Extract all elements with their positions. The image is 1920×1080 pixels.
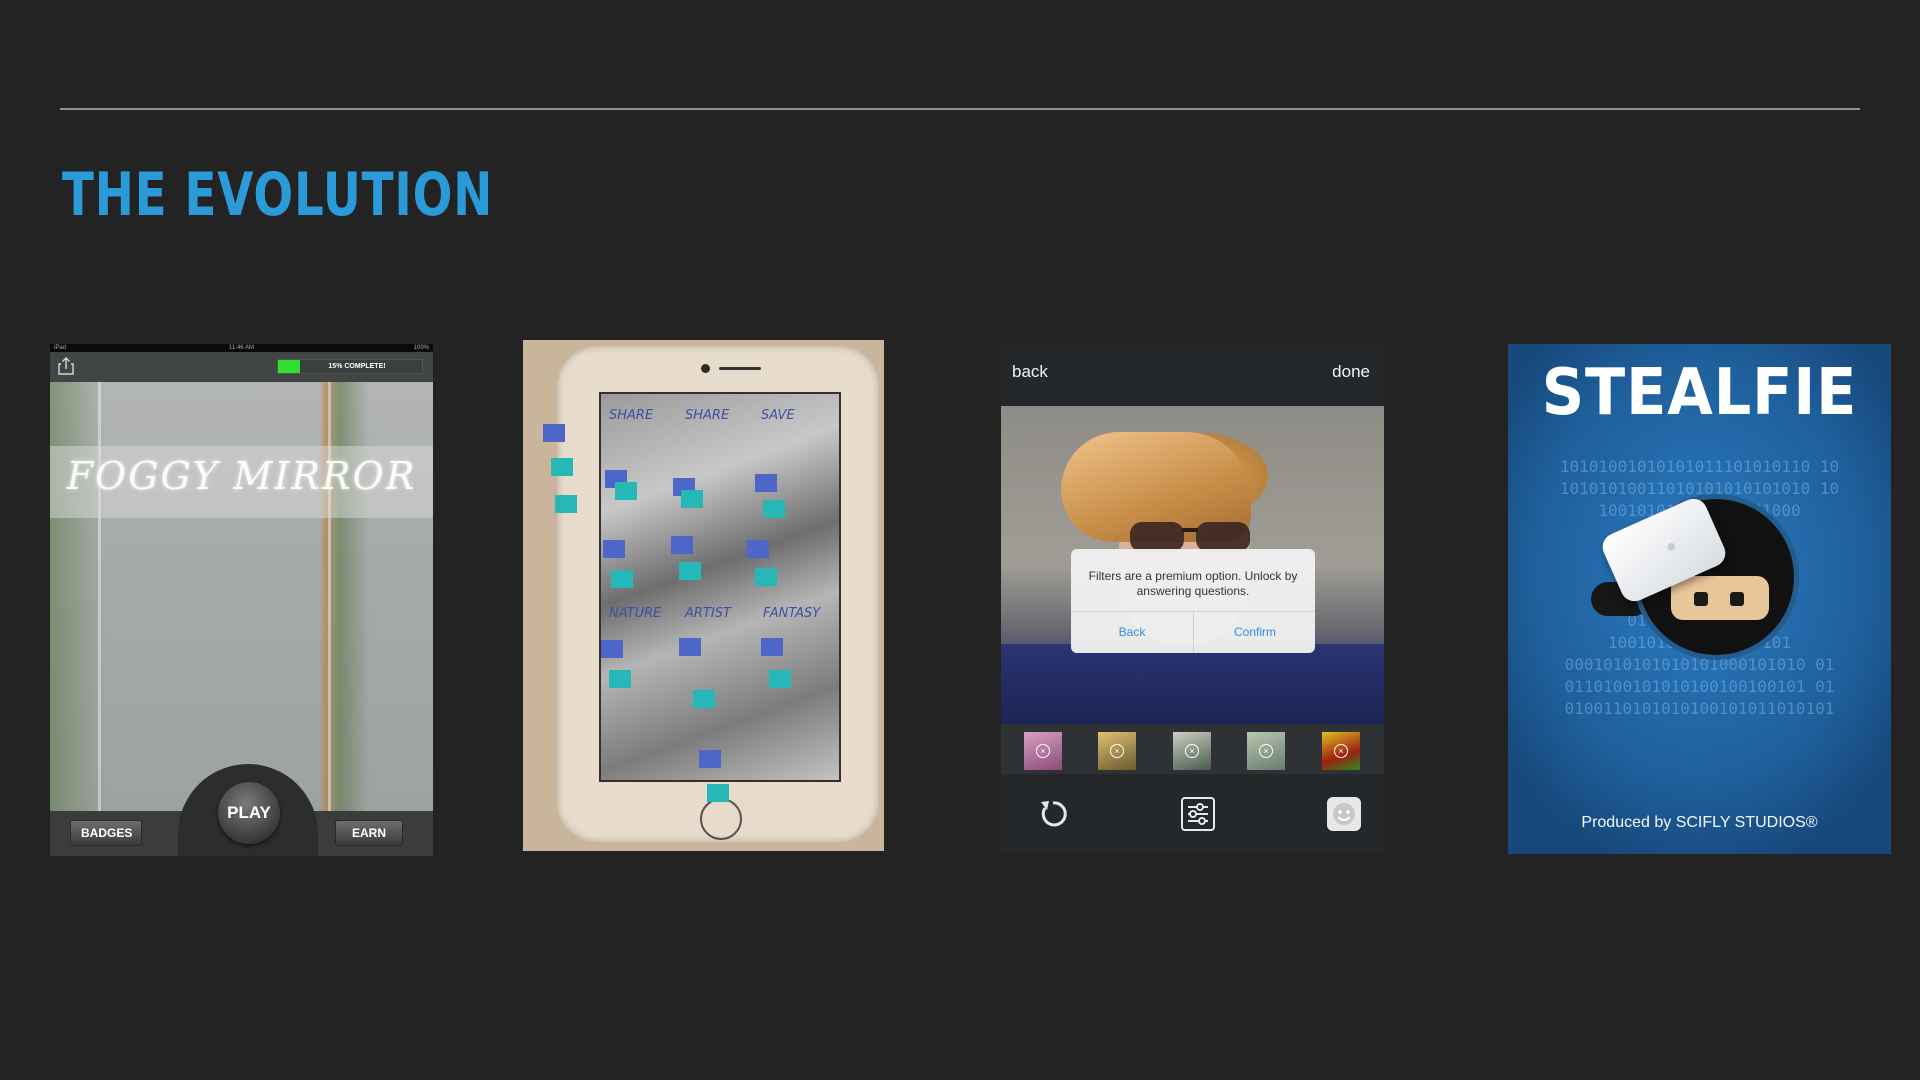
selfie-app-screenshot: back done Filters are a premium option. … (1001, 344, 1384, 854)
sticky-note (679, 638, 701, 656)
battery-level: 100% (413, 345, 429, 351)
sticky-note (747, 540, 769, 558)
camera-dot (701, 364, 710, 373)
sticky-note (601, 640, 623, 658)
sticky-note (615, 482, 637, 500)
filter-thumbnail[interactable]: × (1247, 732, 1285, 770)
sticky-note (609, 670, 631, 688)
nav-bar: back done (1001, 344, 1384, 406)
sticky-note (671, 536, 693, 554)
sticky-note (693, 690, 715, 708)
home-button-drawing (700, 798, 742, 840)
sticky-note (763, 500, 785, 518)
produced-by-credit: Produced by SCIFLY STUDIOS® (1581, 814, 1818, 831)
handwritten-label: SAVE (761, 408, 795, 423)
foggy-mirror-logo: FOGGY MIRROR (66, 454, 417, 498)
editing-toolbar (1001, 774, 1384, 854)
handwritten-label: ARTIST (685, 606, 731, 621)
paper-prototype-photo: SHARE SHARE SAVE NATURE ARTIST FANTASY (523, 340, 884, 851)
stealfie-title: STEALFIE (1541, 356, 1858, 430)
badges-button[interactable]: BADGES (70, 820, 142, 846)
rotate-icon[interactable] (1035, 796, 1071, 832)
sticky-note (603, 540, 625, 558)
sticky-note (769, 670, 791, 688)
sticky-note (679, 562, 701, 580)
progress-label: 15% COMPLETE! (328, 363, 386, 370)
dialog-message: Filters are a premium option. Unlock by … (1088, 569, 1298, 598)
binary-line: 0100110101010100101011010101 (1564, 699, 1835, 718)
adjust-sliders-icon[interactable] (1180, 796, 1216, 832)
dialog-confirm-button[interactable]: Confirm (1194, 611, 1316, 653)
ninja-eye (1694, 592, 1708, 606)
handwritten-label: SHARE (609, 408, 654, 423)
filter-thumbnail[interactable]: × (1173, 732, 1211, 770)
ninja-eye (1730, 592, 1744, 606)
title-divider (60, 108, 1860, 110)
sticky-note (707, 784, 729, 802)
locked-icon: × (1259, 744, 1273, 758)
stealfie-poster: STEALFIE 10101001010101011101010110 10 10… (1508, 344, 1891, 854)
face-icon[interactable] (1326, 796, 1362, 832)
premium-filter-dialog: Filters are a premium option. Unlock by … (1071, 549, 1315, 653)
apple-logo-icon: ● (1666, 536, 1677, 556)
done-button[interactable]: done (1332, 362, 1370, 382)
slide-title: THE EVOLUTION (62, 160, 494, 230)
filter-thumbnail[interactable]: × (1024, 732, 1062, 770)
locked-icon: × (1110, 744, 1124, 758)
ios-status-bar: iPad 11:46 AM 100% (50, 344, 433, 352)
filter-thumbnail[interactable]: × (1322, 732, 1360, 770)
earn-button[interactable]: EARN (335, 820, 403, 846)
play-button[interactable]: PLAY (218, 782, 280, 844)
back-button[interactable]: back (1012, 362, 1048, 382)
dialog-back-button[interactable]: Back (1071, 611, 1193, 653)
speaker-slot (719, 367, 761, 370)
locked-icon: × (1185, 744, 1199, 758)
handwritten-label: FANTASY (763, 606, 821, 621)
completion-progress-bar: 15% COMPLETE! (277, 359, 423, 374)
locked-icon: × (1334, 744, 1348, 758)
share-icon[interactable] (58, 357, 74, 375)
binary-line: 10101001010101011101010110 10 (1559, 457, 1840, 476)
locked-icon: × (1036, 744, 1050, 758)
sticky-note (755, 474, 777, 492)
binary-line: 0110100101010100100100101 01 (1564, 677, 1835, 696)
foggy-mirror-screenshot: iPad 11:46 AM 100% 15% COMPLETE! FOGGY M… (50, 344, 433, 856)
handwritten-label: NATURE (609, 606, 662, 621)
sticky-note (555, 495, 577, 513)
sticky-note (681, 490, 703, 508)
filter-thumbnail-strip: × × × × × (1001, 724, 1384, 774)
photo-jacket (1001, 644, 1384, 724)
sticky-note (699, 750, 721, 768)
sticky-note (611, 570, 633, 588)
ninja-face-opening (1671, 576, 1769, 620)
sticky-note (551, 458, 573, 476)
sticky-note (543, 424, 565, 442)
sticky-note (761, 638, 783, 656)
filter-thumbnail[interactable]: × (1098, 732, 1136, 770)
game-top-bar: 15% COMPLETE! (50, 352, 433, 382)
status-time: 11:46 AM (229, 345, 254, 351)
sticky-note (755, 568, 777, 586)
foil-screen: SHARE SHARE SAVE NATURE ARTIST FANTASY (599, 392, 841, 782)
handwritten-label: SHARE (685, 408, 730, 423)
